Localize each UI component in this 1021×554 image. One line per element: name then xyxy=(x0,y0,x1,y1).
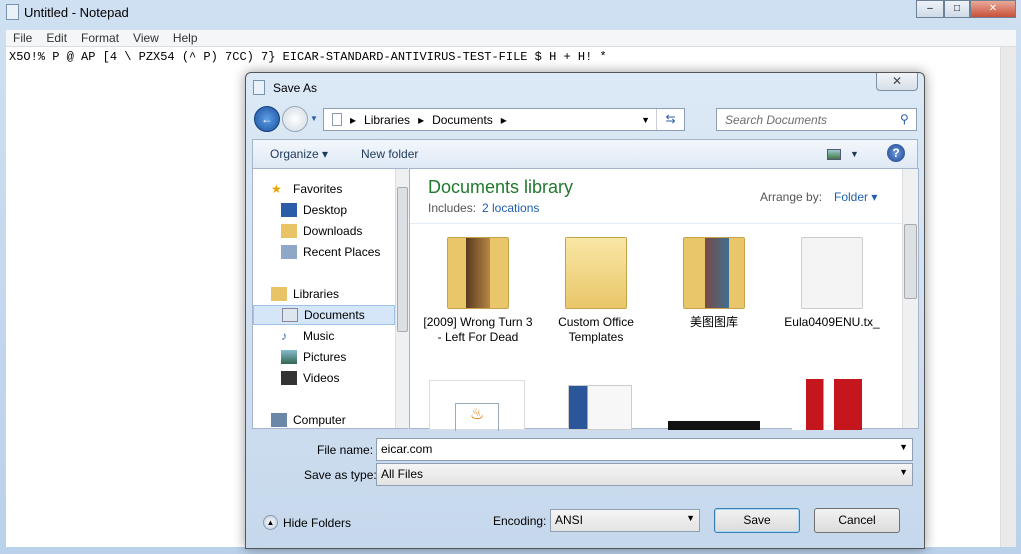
menu-view[interactable]: View xyxy=(126,30,166,46)
close-button[interactable]: ✕ xyxy=(970,0,1016,18)
new-folder-button[interactable]: New folder xyxy=(361,147,418,161)
nav-computer[interactable]: Computer xyxy=(271,410,411,430)
file-list-scrollbar[interactable] xyxy=(902,169,918,428)
star-icon: ★ xyxy=(271,182,282,196)
chevron-down-icon: ▼ xyxy=(899,467,908,477)
desktop-icon xyxy=(281,203,297,217)
menu-bar: File Edit Format View Help xyxy=(6,30,1016,47)
menu-edit[interactable]: Edit xyxy=(39,30,74,46)
view-dropdown-icon[interactable]: ▼ xyxy=(850,149,859,159)
file-name-label: File name: xyxy=(317,443,374,457)
library-title: Documents library xyxy=(428,177,574,197)
save-button[interactable]: Save xyxy=(714,508,800,533)
address-dropdown-icon[interactable]: ▼ xyxy=(641,115,650,125)
search-input[interactable]: Search Documents xyxy=(716,108,917,131)
encoding-label: Encoding: xyxy=(493,514,547,528)
file-item[interactable]: Eula0409ENU.tx_ xyxy=(777,229,887,330)
file-item[interactable] xyxy=(792,379,862,430)
nav-documents[interactable]: Documents xyxy=(253,305,395,325)
word-document-icon[interactable] xyxy=(568,385,632,430)
menu-help[interactable]: Help xyxy=(166,30,205,46)
nav-libraries[interactable]: Libraries xyxy=(271,284,411,304)
file-item[interactable]: ♨ xyxy=(429,380,525,431)
save-as-type-label: Save as type: xyxy=(304,468,377,482)
cancel-button[interactable]: Cancel xyxy=(814,508,900,533)
minimize-button[interactable]: – xyxy=(916,0,944,18)
arrange-by-dropdown[interactable]: Folder ▾ xyxy=(834,190,877,204)
arrange-by-label: Arrange by: xyxy=(760,190,823,204)
libraries-icon xyxy=(271,287,287,301)
hide-folders-button[interactable]: Hide Folders xyxy=(283,516,351,530)
chevron-down-icon: ▼ xyxy=(686,513,695,523)
java-icon: ♨ xyxy=(455,403,499,431)
address-bar[interactable]: ▸ Libraries ▸ Documents ▸ ▼ ⇆ xyxy=(323,108,685,131)
folder-icon xyxy=(565,237,627,309)
folder-icon xyxy=(447,237,509,309)
encoding-select[interactable]: ANSI ▼ xyxy=(550,509,700,532)
chevron-up-icon[interactable]: ▲ xyxy=(263,515,278,530)
save-options: File name: eicar.com ▼ Save as type: All … xyxy=(252,429,918,547)
divider xyxy=(410,223,902,224)
recent-pages-dropdown[interactable]: ▼ xyxy=(310,114,318,123)
file-icon xyxy=(801,237,863,309)
refresh-icon[interactable]: ⇆ xyxy=(656,109,684,130)
change-view-icon[interactable] xyxy=(827,149,841,160)
menu-file[interactable]: File xyxy=(6,30,39,46)
file-item[interactable]: 美图图库 xyxy=(659,229,769,330)
menu-format[interactable]: Format xyxy=(74,30,126,46)
save-as-dialog: Save As ✕ ← ▼ ▸ Libraries ▸ Documents ▸ ▼ ⇆… xyxy=(245,72,925,549)
maximize-button[interactable]: □ xyxy=(944,0,970,18)
search-icon: ⚲ xyxy=(900,112,909,126)
downloads-icon xyxy=(281,224,297,238)
save-as-type-select[interactable]: All Files ▼ xyxy=(376,463,913,486)
file-item[interactable]: [2009] Wrong Turn 3 - Left For Dead xyxy=(423,229,533,345)
folder-icon xyxy=(332,113,342,126)
file-list: Documents library Includes: 2 locations … xyxy=(409,168,919,431)
breadcrumb-libraries[interactable]: Libraries xyxy=(364,113,410,127)
back-button[interactable]: ← xyxy=(254,106,280,132)
recent-places-icon xyxy=(281,245,297,259)
dialog-close-button[interactable]: ✕ xyxy=(876,73,918,91)
documents-icon xyxy=(282,308,298,322)
videos-icon xyxy=(281,371,297,385)
navigation-pane: ★ Favorites Desktop Downloads Recent Plac… xyxy=(252,168,411,430)
computer-icon xyxy=(271,413,287,427)
notepad-icon xyxy=(6,4,19,20)
includes-label: Includes: xyxy=(428,201,477,215)
nav-favorites[interactable]: ★ Favorites xyxy=(271,179,411,199)
nav-scrollbar[interactable] xyxy=(395,169,409,428)
notepad-icon xyxy=(253,80,265,95)
pictures-icon xyxy=(281,350,297,364)
vertical-scrollbar[interactable] xyxy=(1000,47,1016,547)
forward-button[interactable] xyxy=(282,106,308,132)
music-icon: ♪ xyxy=(281,329,287,343)
dialog-title: Save As xyxy=(273,81,318,95)
help-icon[interactable]: ? xyxy=(887,144,905,162)
folder-icon xyxy=(683,237,745,309)
file-name-input[interactable]: eicar.com ▼ xyxy=(376,438,913,461)
window-title: Untitled - Notepad xyxy=(24,5,129,20)
file-item[interactable]: Custom Office Templates xyxy=(541,229,651,345)
chevron-down-icon[interactable]: ▼ xyxy=(899,442,908,452)
organize-button[interactable]: Organize ▾ xyxy=(270,147,328,161)
locations-link[interactable]: 2 locations xyxy=(482,201,539,215)
breadcrumb-documents[interactable]: Documents xyxy=(432,113,493,127)
toolbar: Organize ▾ New folder ▼ ? xyxy=(252,139,918,168)
